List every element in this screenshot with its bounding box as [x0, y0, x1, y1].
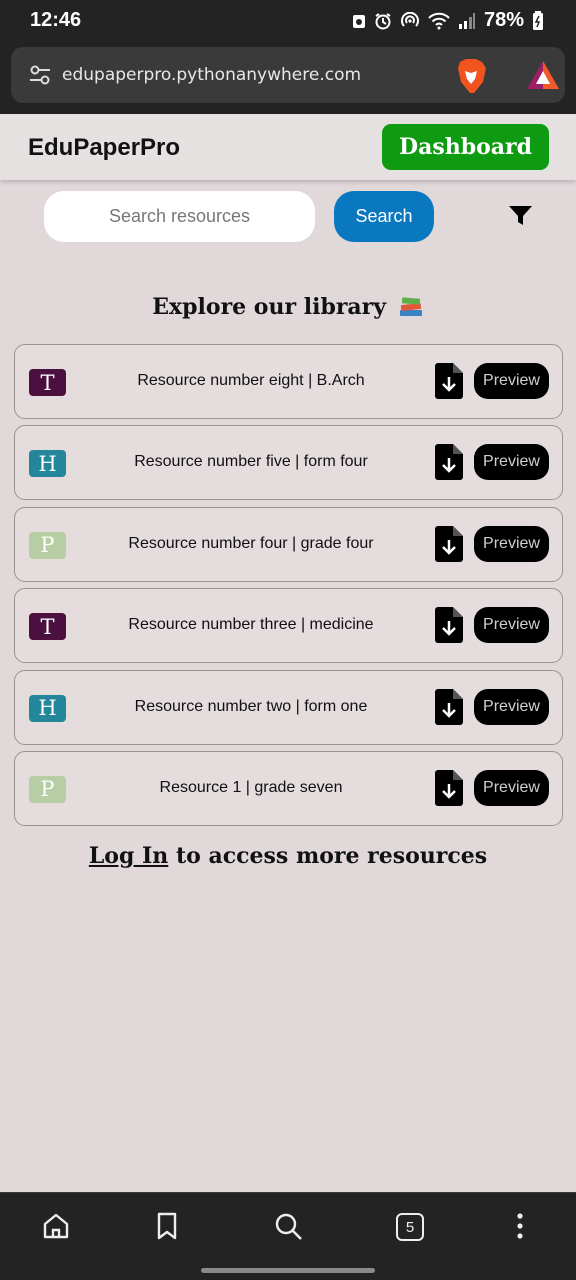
- status-bar: 12:46 78%: [0, 0, 576, 42]
- search-button[interactable]: Search: [334, 191, 434, 242]
- resource-type-badge: T: [29, 369, 66, 396]
- resource-card: H Resource number five | form four Previ…: [14, 425, 563, 501]
- download-icon[interactable]: [435, 525, 463, 562]
- preview-button[interactable]: Preview: [474, 363, 549, 399]
- notification-icon: [352, 14, 365, 28]
- browser-bottom-bar: 5: [0, 1192, 576, 1280]
- hotspot-icon: [401, 11, 419, 27]
- url-text[interactable]: edupaperpro.pythonanywhere.com: [62, 65, 361, 85]
- app-header: EduPaperPro Dashboard: [0, 114, 576, 180]
- resource-type-badge: H: [29, 694, 66, 722]
- resource-card: H Resource number two | form one Preview: [14, 669, 563, 745]
- status-time: 12:46: [30, 9, 82, 31]
- brand-logo[interactable]: EduPaperPro: [28, 134, 180, 162]
- browser-toolbar: edupaperpro.pythonanywhere.com: [0, 42, 576, 114]
- tabs-button[interactable]: 5: [396, 1213, 424, 1241]
- home-indicator[interactable]: [201, 1268, 375, 1273]
- preview-button[interactable]: Preview: [474, 444, 549, 481]
- resource-title[interactable]: Resource 1 | grade seven: [81, 779, 421, 797]
- brave-shields-icon[interactable]: [454, 58, 488, 94]
- download-icon[interactable]: [435, 769, 463, 806]
- resource-type-badge: H: [29, 450, 66, 478]
- preview-button[interactable]: Preview: [474, 688, 549, 725]
- address-bar[interactable]: edupaperpro.pythonanywhere.com: [11, 47, 565, 103]
- wifi-icon: [428, 12, 450, 29]
- resource-title[interactable]: Resource number eight | B.Arch: [81, 372, 421, 390]
- resource-card: T Resource number eight | B.Arch Preview: [14, 344, 563, 419]
- preview-button[interactable]: Preview: [474, 525, 549, 562]
- login-link[interactable]: Log In: [89, 843, 168, 869]
- search-icon[interactable]: [273, 1211, 303, 1241]
- resource-list: T Resource number eight | B.Arch Preview…: [14, 344, 563, 832]
- resource-type-badge: P: [29, 531, 66, 559]
- resource-card: P Resource 1 | grade seven Preview: [14, 750, 563, 826]
- bookmark-icon[interactable]: [152, 1211, 182, 1241]
- login-prompt-text: to access more resources: [168, 843, 488, 869]
- download-icon[interactable]: [435, 607, 463, 644]
- home-icon[interactable]: [41, 1211, 71, 1241]
- dashboard-button[interactable]: Dashboard: [382, 124, 549, 170]
- books-icon: [399, 297, 422, 316]
- download-icon[interactable]: [435, 688, 463, 725]
- resource-title[interactable]: Resource number three | medicine: [81, 616, 421, 634]
- battery-percent: 78%: [483, 9, 524, 31]
- signal-icon: [458, 12, 475, 29]
- preview-button[interactable]: Preview: [474, 607, 549, 644]
- search-input[interactable]: [44, 191, 315, 242]
- brave-rewards-icon[interactable]: [526, 60, 560, 90]
- resource-card: T Resource number three | medicine Previ…: [14, 588, 563, 664]
- menu-icon[interactable]: [505, 1211, 535, 1241]
- resource-type-badge: T: [29, 613, 66, 641]
- library-title-text: Explore our library: [152, 294, 387, 320]
- resource-title[interactable]: Resource number four | grade four: [81, 535, 421, 553]
- filter-icon[interactable]: [508, 205, 533, 227]
- resource-title[interactable]: Resource number five | form four: [81, 453, 421, 471]
- resource-type-badge: P: [29, 775, 66, 803]
- alarm-icon: [375, 12, 391, 29]
- download-icon[interactable]: [435, 444, 463, 481]
- site-settings-icon[interactable]: [29, 64, 51, 86]
- resource-card: P Resource number four | grade four Prev…: [14, 506, 563, 582]
- login-prompt: Log In to access more resources: [0, 843, 576, 869]
- library-title: Explore our library: [0, 294, 576, 320]
- download-icon[interactable]: [435, 363, 463, 399]
- resource-title[interactable]: Resource number two | form one: [81, 698, 421, 716]
- battery-icon: [533, 10, 543, 30]
- preview-button[interactable]: Preview: [474, 769, 549, 806]
- status-icons: 78%: [352, 9, 544, 32]
